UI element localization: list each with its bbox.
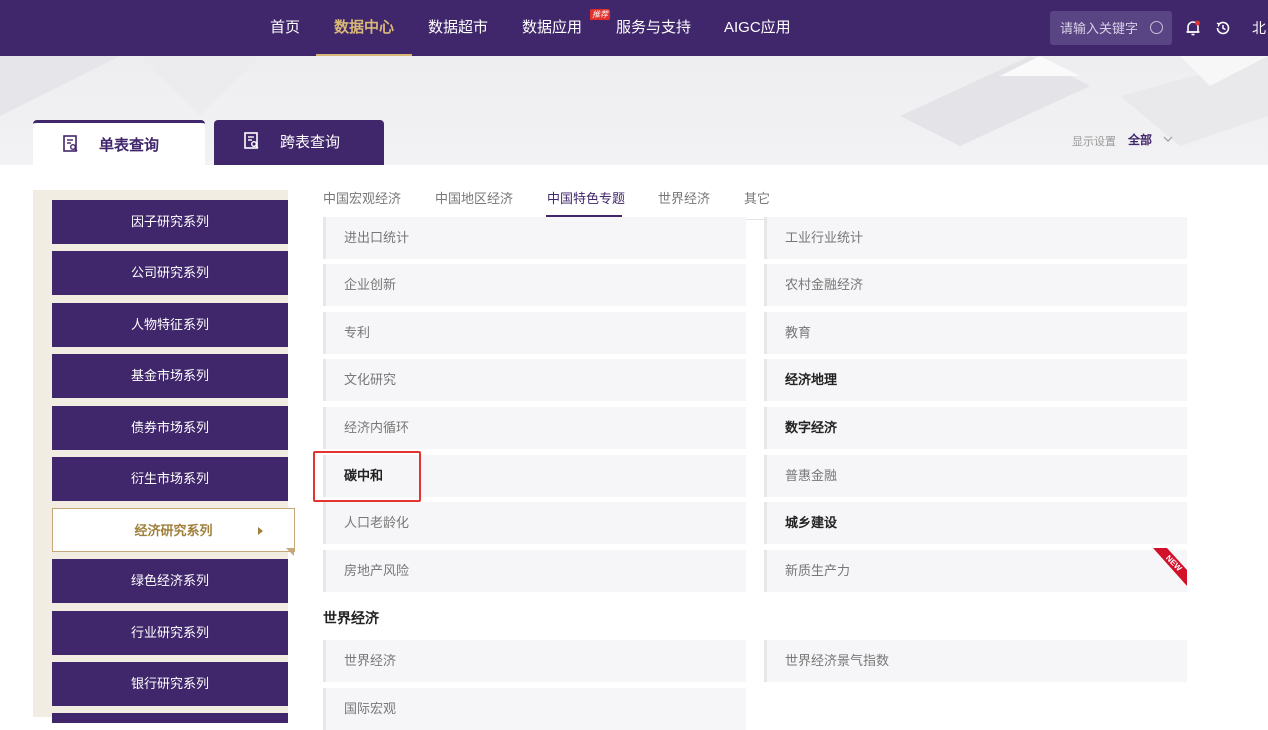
grid-item-world-economic-sentiment[interactable]: 世界经济景气指数 bbox=[764, 640, 1187, 682]
grid-item-world-economy[interactable]: 世界经济 bbox=[323, 640, 746, 682]
grid-item-economic-geography[interactable]: 经济地理 bbox=[764, 359, 1187, 401]
caret-right-icon bbox=[258, 527, 263, 535]
grid-item-education[interactable]: 教育 bbox=[764, 312, 1187, 354]
grid-item-domestic-circulation[interactable]: 经济内循环 bbox=[323, 407, 746, 449]
grid-item-international-macro[interactable]: 国际宏观 bbox=[323, 688, 746, 730]
grid-item-population-aging[interactable]: 人口老龄化 bbox=[323, 502, 746, 544]
sidebar-item-green-economy[interactable]: 绿色经济系列 bbox=[52, 559, 288, 603]
search-input[interactable] bbox=[1060, 11, 1140, 45]
sidebar-item-derivatives-market[interactable]: 衍生市场系列 bbox=[52, 457, 288, 501]
grid-item-industrial-stats[interactable]: 工业行业统计 bbox=[764, 217, 1187, 259]
section-title-world-economy: 世界经济 bbox=[323, 610, 379, 626]
table-query-icon bbox=[63, 135, 78, 152]
bell-icon[interactable] bbox=[1183, 18, 1203, 38]
nav-data-center[interactable]: 数据中心 bbox=[316, 0, 413, 56]
history-icon[interactable] bbox=[1213, 18, 1233, 38]
tab-china-macro[interactable]: 中国宏观经济 bbox=[323, 188, 401, 207]
display-settings-value[interactable]: 全部 bbox=[1128, 131, 1152, 148]
category-sidebar: 因子研究系列 公司研究系列 人物特征系列 基金市场系列 债券市场系列 衍生市场系… bbox=[33, 190, 295, 723]
sidebar-item-economic-research[interactable]: 经济研究系列 bbox=[52, 508, 295, 552]
nav-home[interactable]: 首页 bbox=[270, 0, 300, 56]
grid-item-import-export[interactable]: 进出口统计 bbox=[323, 217, 746, 259]
sidebar-item-person-features[interactable]: 人物特征系列 bbox=[52, 303, 288, 347]
grid-item-patent[interactable]: 专利 bbox=[323, 312, 746, 354]
nav-service-support[interactable]: 服务与支持 bbox=[616, 0, 691, 56]
top-nav-bar: 首页 数据中心 数据超市 数据应用 推荐 服务与支持 AIGC应用 北 bbox=[0, 0, 1268, 56]
sidebar-item-bond-market[interactable]: 债券市场系列 bbox=[52, 406, 288, 450]
grid-item-culture-research[interactable]: 文化研究 bbox=[323, 359, 746, 401]
tab-other[interactable]: 其它 bbox=[744, 188, 770, 207]
chevron-down-icon[interactable] bbox=[1163, 134, 1173, 144]
new-ribbon: NEW bbox=[1153, 548, 1187, 586]
nav-data-apps[interactable]: 数据应用 bbox=[522, 0, 582, 56]
active-item-fold bbox=[286, 548, 294, 556]
search-icon[interactable] bbox=[1150, 21, 1163, 34]
grid-item-real-estate-risk[interactable]: 房地产风险 bbox=[323, 550, 746, 592]
tab-world-economy[interactable]: 世界经济 bbox=[658, 188, 710, 207]
nav-aigc-apps[interactable]: AIGC应用 bbox=[724, 0, 791, 56]
nav-data-market[interactable]: 数据超市 bbox=[428, 0, 488, 56]
grid-item-enterprise-innovation[interactable]: 企业创新 bbox=[323, 264, 746, 306]
sidebar-item-bank-research[interactable]: 银行研究系列 bbox=[52, 662, 288, 706]
tab-china-special-topics[interactable]: 中国特色专题 bbox=[547, 188, 625, 207]
highlight-box bbox=[313, 451, 421, 502]
tab-single-table-query[interactable]: 单表查询 bbox=[33, 120, 205, 165]
user-name[interactable]: 北 bbox=[1252, 0, 1266, 56]
subcategory-tabs: 中国宏观经济 中国地区经济 中国特色专题 世界经济 其它 bbox=[323, 188, 1187, 220]
display-settings-label: 显示设置 bbox=[1072, 136, 1116, 148]
grid-item-inclusive-finance[interactable]: 普惠金融 bbox=[764, 455, 1187, 497]
search-box bbox=[1050, 11, 1172, 45]
sidebar-item-partial bbox=[52, 713, 288, 723]
sidebar-item-industry-research[interactable]: 行业研究系列 bbox=[52, 611, 288, 655]
grid-item-rural-finance[interactable]: 农村金融经济 bbox=[764, 264, 1187, 306]
sidebar-item-factor-research[interactable]: 因子研究系列 bbox=[52, 200, 288, 244]
grid-item-new-productivity[interactable]: 新质生产力 bbox=[764, 550, 1187, 592]
tab-china-regional[interactable]: 中国地区经济 bbox=[435, 188, 513, 207]
sidebar-item-fund-market[interactable]: 基金市场系列 bbox=[52, 354, 288, 398]
recommend-badge: 推荐 bbox=[590, 9, 610, 20]
tab-single-label: 单表查询 bbox=[99, 137, 160, 154]
grid-item-digital-economy[interactable]: 数字经济 bbox=[764, 407, 1187, 449]
grid-item-urban-rural-construction[interactable]: 城乡建设 bbox=[764, 502, 1187, 544]
tab-cross-table-query[interactable]: 跨表查询 bbox=[214, 120, 384, 165]
tab-cross-label: 跨表查询 bbox=[280, 134, 341, 151]
sidebar-item-company-research[interactable]: 公司研究系列 bbox=[52, 251, 288, 295]
sidebar-item-label: 经济研究系列 bbox=[134, 523, 213, 538]
cross-query-icon bbox=[244, 132, 259, 149]
